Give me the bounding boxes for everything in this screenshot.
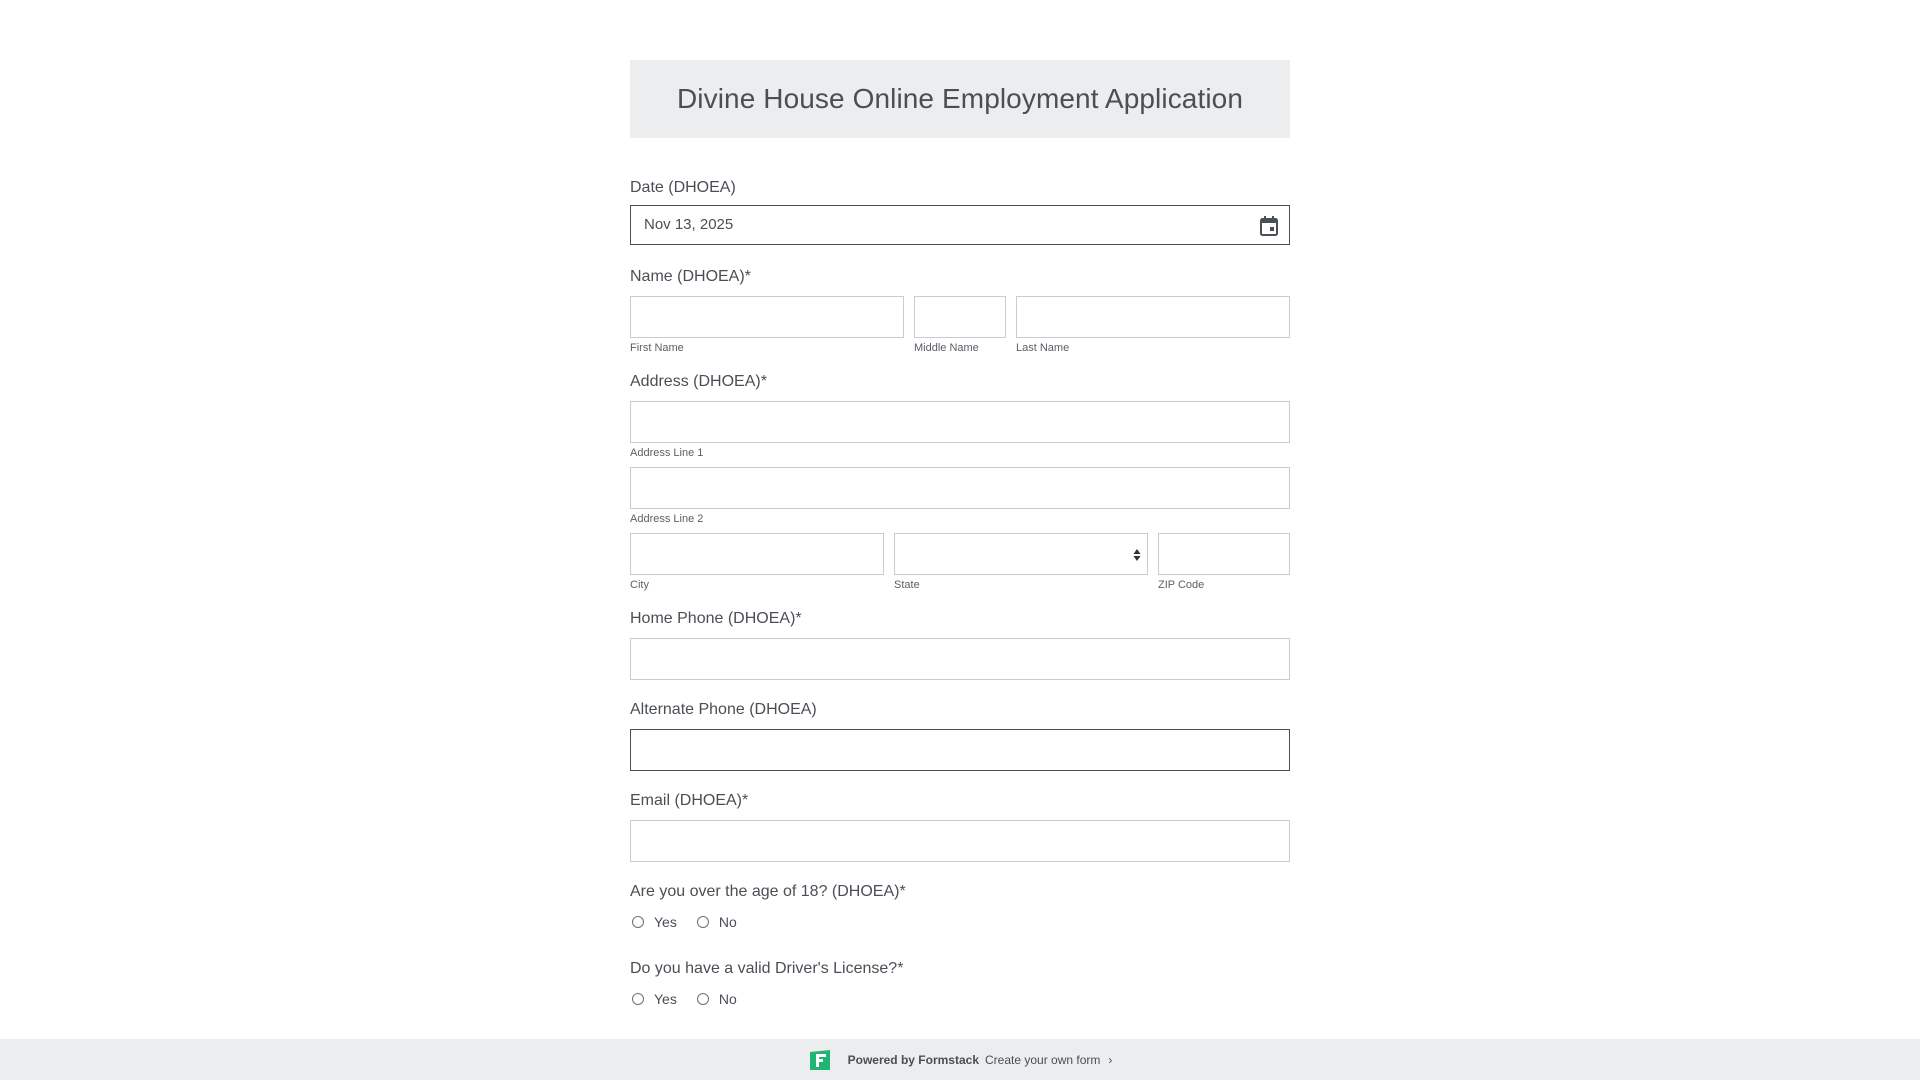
age-question-label: Are you over the age of 18? (DHOEA)* — [630, 883, 906, 900]
form-title: Divine House Online Employment Applicati… — [676, 83, 1244, 114]
powered-by-text: Powered by Formstack — [847, 1052, 979, 1067]
date-field: Date (DHOEA) Nov 13, 2025 — [630, 178, 1290, 245]
address-line2-sublabel: Address Line 2 — [630, 513, 704, 525]
age-no-radio[interactable] — [696, 916, 709, 928]
city-input[interactable] — [630, 533, 884, 575]
select-arrows-icon — [1133, 547, 1141, 563]
age-yes-radio[interactable] — [632, 916, 644, 928]
middle-name-input[interactable] — [914, 296, 1006, 338]
last-name-sublabel: Last Name — [1016, 342, 1070, 354]
state-sublabel: State — [894, 579, 920, 591]
email-input[interactable] — [630, 820, 1290, 862]
page: Divine House Online Employment Applicati… — [0, 0, 1920, 1080]
email-field: Email (DHOEA)* — [630, 791, 1290, 862]
date-value: Nov 13, 2025 — [644, 216, 734, 233]
application-form: Divine House Online Employment Applicati… — [630, 60, 1290, 1007]
license-radio-group: Yes No — [632, 991, 757, 1007]
alt-phone-label: Alternate Phone (DHOEA) — [630, 701, 817, 718]
age-no-option[interactable]: No — [696, 914, 737, 930]
form-header: Divine House Online Employment Applicati… — [630, 60, 1290, 138]
home-phone-field: Home Phone (DHOEA)* — [630, 609, 1290, 680]
calendar-icon[interactable] — [1259, 215, 1279, 237]
alt-phone-field: Alternate Phone (DHOEA) — [630, 700, 1290, 771]
license-no-option[interactable]: No — [696, 991, 737, 1007]
license-yes-radio[interactable] — [632, 993, 644, 1005]
age-yes-label: Yes — [654, 914, 677, 930]
first-name-input[interactable] — [630, 296, 904, 338]
license-question-field: Do you have a valid Driver's License?* Y… — [630, 959, 1290, 1007]
home-phone-label: Home Phone (DHOEA)* — [630, 610, 802, 627]
alt-phone-input[interactable] — [630, 729, 1290, 771]
age-question-field: Are you over the age of 18? (DHOEA)* Yes… — [630, 882, 1290, 930]
last-name-input[interactable] — [1016, 296, 1290, 338]
zip-sublabel: ZIP Code — [1158, 579, 1205, 591]
chevron-right-icon[interactable]: › — [1108, 1053, 1112, 1067]
license-yes-option[interactable]: Yes — [632, 991, 677, 1007]
address-field: Address (DHOEA)* Address Line 1 Address … — [630, 372, 1290, 591]
middle-name-sublabel: Middle Name — [914, 342, 979, 354]
home-phone-input[interactable] — [630, 638, 1290, 680]
formstack-logo-icon[interactable] — [808, 1049, 832, 1071]
license-yes-label: Yes — [654, 991, 677, 1007]
age-radio-group: Yes No — [632, 914, 757, 930]
email-label: Email (DHOEA)* — [630, 792, 749, 809]
formstack-footer: Powered by Formstack Create your own for… — [0, 1039, 1920, 1080]
first-name-sublabel: First Name — [630, 342, 684, 354]
address-line1-sublabel: Address Line 1 — [630, 447, 704, 459]
license-no-label: No — [718, 991, 737, 1007]
date-input[interactable]: Nov 13, 2025 — [630, 205, 1290, 245]
age-yes-option[interactable]: Yes — [632, 914, 677, 930]
address-line1-input[interactable] — [630, 401, 1290, 443]
age-no-label: No — [718, 914, 737, 930]
name-label: Name (DHOEA)* — [630, 268, 751, 285]
address-label: Address (DHOEA)* — [630, 373, 767, 390]
license-question-label: Do you have a valid Driver's License?* — [630, 960, 904, 977]
city-sublabel: City — [630, 579, 649, 591]
create-form-link[interactable]: Create your own form — [985, 1053, 1100, 1067]
date-label: Date (DHOEA) — [630, 179, 736, 196]
zip-input[interactable] — [1158, 533, 1290, 575]
address-line2-input[interactable] — [630, 467, 1290, 509]
name-field: Name (DHOEA)* First Name Middle Name Las… — [630, 267, 1290, 354]
license-no-radio[interactable] — [696, 993, 709, 1005]
state-select[interactable] — [894, 533, 1148, 575]
